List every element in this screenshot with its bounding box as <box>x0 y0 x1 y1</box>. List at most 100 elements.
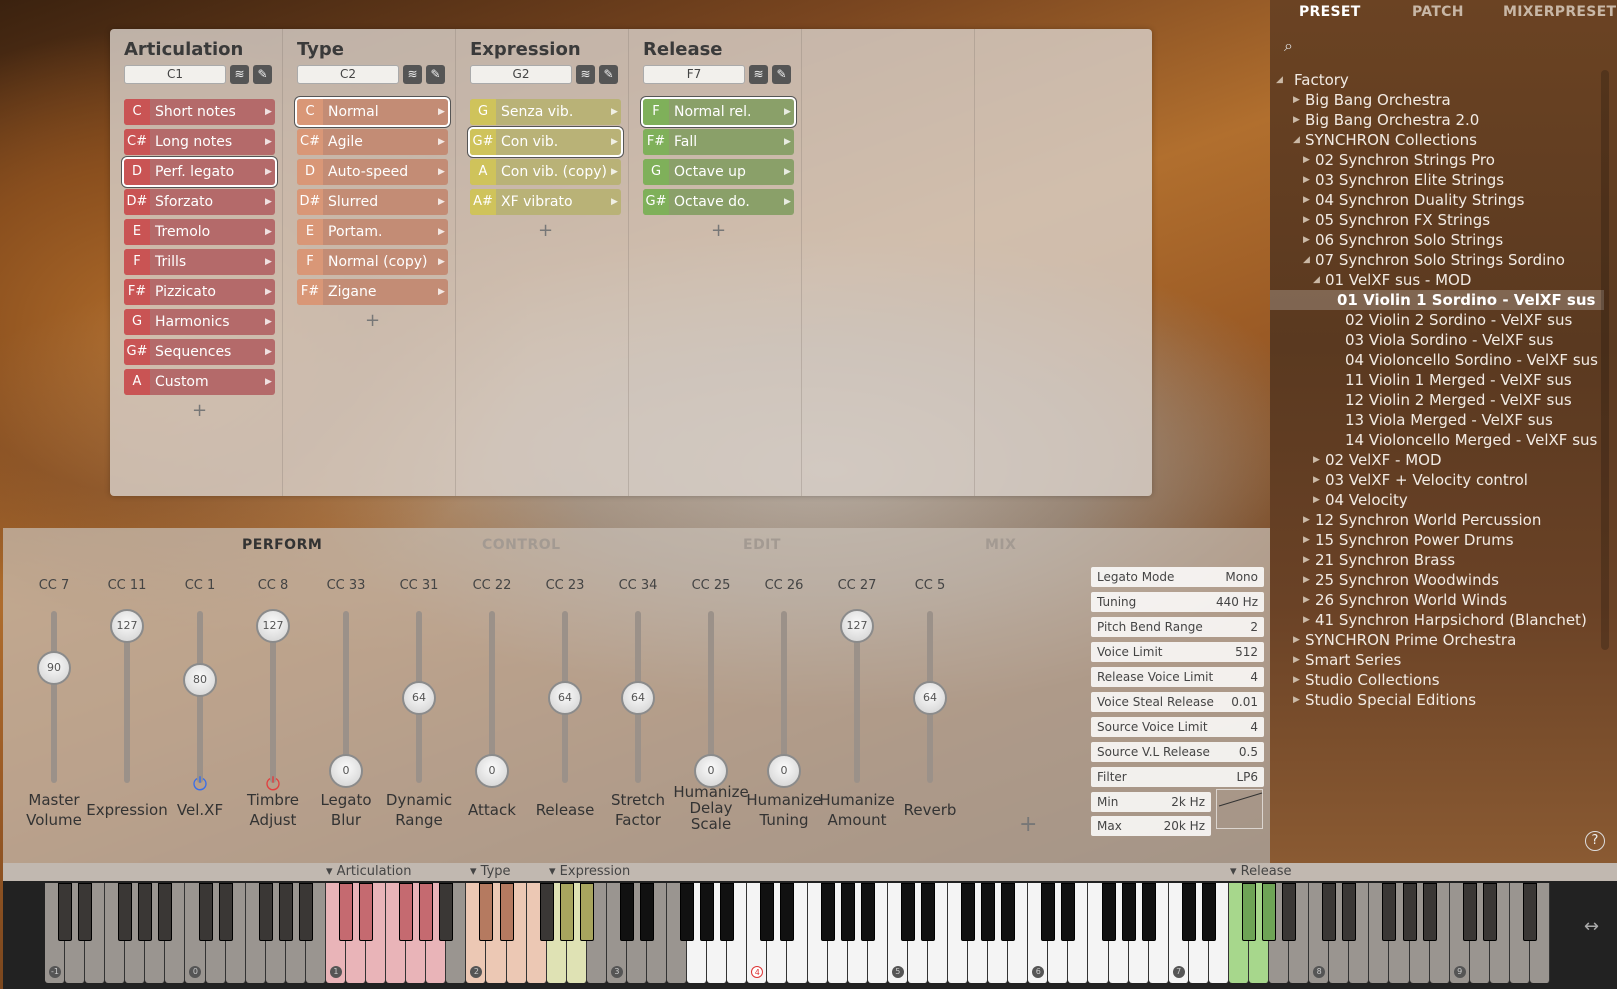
tree-item[interactable]: 02 Violin 2 Sordino - VelXF sus <box>1278 310 1598 330</box>
expanded-triangle-icon[interactable]: ◢ <box>1313 270 1320 290</box>
collapsed-triangle-icon[interactable]: ▶ <box>1303 230 1310 250</box>
fader-knob[interactable]: 80 <box>183 662 217 697</box>
chevron-right-icon[interactable]: ▶ <box>438 287 448 297</box>
tab-preset[interactable]: PRESET <box>1299 4 1361 20</box>
tree-item[interactable]: 04 Violoncello Sordino - VelXF sus <box>1278 350 1598 370</box>
black-key[interactable] <box>499 883 514 941</box>
slot-item[interactable]: F Normal rel. ▶ <box>643 99 794 125</box>
slot-item[interactable]: D Auto-speed ▶ <box>297 159 448 185</box>
slot-item[interactable]: G# Octave do. ▶ <box>643 189 794 215</box>
collapsed-triangle-icon[interactable]: ▶ <box>1313 450 1320 470</box>
black-key[interactable] <box>700 883 715 941</box>
tab-patch[interactable]: PATCH <box>1412 4 1464 20</box>
black-key[interactable] <box>359 883 374 941</box>
slot-item[interactable]: F# Pizzicato ▶ <box>124 279 275 305</box>
fader-track[interactable] <box>197 611 203 783</box>
layers-icon[interactable]: ≋ <box>576 65 595 84</box>
black-key[interactable] <box>1181 883 1196 941</box>
slot-item[interactable]: G Octave up ▶ <box>643 159 794 185</box>
tree-item[interactable]: ▶ Studio Collections <box>1278 670 1598 690</box>
expanded-triangle-icon[interactable]: ◢ <box>1276 70 1283 90</box>
tab-mix[interactable]: MIX <box>985 537 1016 553</box>
chevron-right-icon[interactable]: ▶ <box>438 197 448 207</box>
collapsed-triangle-icon[interactable]: ▶ <box>1293 110 1300 130</box>
black-key[interactable] <box>1001 883 1016 941</box>
search-icon[interactable]: ⌕ <box>1284 36 1293 56</box>
tree-item[interactable]: ▶ 02 VelXF - MOD <box>1278 450 1598 470</box>
tree-item[interactable]: ▶ 25 Synchron Woodwinds <box>1278 570 1598 590</box>
collapsed-triangle-icon[interactable]: ▶ <box>1293 690 1300 710</box>
key-switch-field[interactable]: C2 <box>297 65 399 84</box>
black-key[interactable] <box>419 883 434 941</box>
tree-item[interactable]: ▶ Studio Special Editions <box>1278 690 1598 710</box>
collapsed-triangle-icon[interactable]: ▶ <box>1303 170 1310 190</box>
collapsed-triangle-icon[interactable]: ▶ <box>1293 630 1300 650</box>
resize-arrows-icon[interactable]: ↔ <box>1584 916 1599 937</box>
pencil-icon[interactable]: ✎ <box>599 65 618 84</box>
chevron-right-icon[interactable]: ▶ <box>611 107 621 117</box>
black-key[interactable] <box>760 883 775 941</box>
black-key[interactable] <box>1482 883 1497 941</box>
chevron-right-icon[interactable]: ▶ <box>611 197 621 207</box>
layers-icon[interactable]: ≋ <box>230 65 249 84</box>
fader-knob[interactable]: 127 <box>256 609 290 643</box>
slot-item[interactable]: D# Sforzato ▶ <box>124 189 275 215</box>
black-key[interactable] <box>1141 883 1156 941</box>
collapsed-triangle-icon[interactable]: ▶ <box>1313 490 1320 510</box>
tree-item[interactable]: ◢ 01 VelXF sus - MOD <box>1278 270 1598 290</box>
slot-item[interactable]: G Senza vib. ▶ <box>470 99 621 125</box>
key-switch-field[interactable]: F7 <box>643 65 745 84</box>
black-key[interactable] <box>920 883 935 941</box>
chevron-right-icon[interactable]: ▶ <box>265 197 275 207</box>
key-switch-field[interactable]: G2 <box>470 65 572 84</box>
tree-item[interactable]: 13 Viola Merged - VelXF sus <box>1278 410 1598 430</box>
tree-item[interactable]: ▶ SYNCHRON Prime Orchestra <box>1278 630 1598 650</box>
chevron-right-icon[interactable]: ▶ <box>784 107 794 117</box>
tree-item[interactable]: ▶ 03 VelXF + Velocity control <box>1278 470 1598 490</box>
fader-knob[interactable]: 0 <box>475 754 509 788</box>
tree-item[interactable]: ▶ 04 Velocity <box>1278 490 1598 510</box>
pencil-icon[interactable]: ✎ <box>253 65 272 84</box>
black-key[interactable] <box>820 883 835 941</box>
collapsed-triangle-icon[interactable]: ▶ <box>1313 470 1320 490</box>
black-key[interactable] <box>1201 883 1216 941</box>
param-row[interactable]: Pitch Bend Range 2 <box>1091 617 1264 637</box>
fader-track[interactable] <box>51 611 57 783</box>
param-row[interactable]: Filter LP6 <box>1091 767 1264 787</box>
tree-item[interactable]: 03 Viola Sordino - VelXF sus <box>1278 330 1598 350</box>
slot-item[interactable]: C# Agile ▶ <box>297 129 448 155</box>
black-key[interactable] <box>278 883 293 941</box>
param-row[interactable]: Max 20k Hz <box>1091 816 1211 836</box>
fader-knob[interactable]: 127 <box>840 609 874 643</box>
add-fader-button[interactable]: + <box>1019 812 1037 837</box>
tree-item[interactable]: ▶ 41 Synchron Harpsichord (Blanchet) <box>1278 610 1598 630</box>
black-key[interactable] <box>720 883 735 941</box>
add-slot-button[interactable]: + <box>297 309 448 333</box>
param-row[interactable]: Source Voice Limit 4 <box>1091 717 1264 737</box>
black-key[interactable] <box>78 883 93 941</box>
black-key[interactable] <box>479 883 494 941</box>
tree-item[interactable]: ▶ 21 Synchron Brass <box>1278 550 1598 570</box>
tree-item[interactable]: 14 Violoncello Merged - VelXF sus <box>1278 430 1598 450</box>
collapsed-triangle-icon[interactable]: ▶ <box>1303 150 1310 170</box>
chevron-right-icon[interactable]: ▶ <box>784 197 794 207</box>
tab-mixerpreset[interactable]: MIXERPRESET <box>1503 4 1616 20</box>
collapsed-triangle-icon[interactable]: ▶ <box>1303 590 1310 610</box>
slot-item[interactable]: G# Sequences ▶ <box>124 339 275 365</box>
black-key[interactable] <box>780 883 795 941</box>
layers-icon[interactable]: ≋ <box>749 65 768 84</box>
chevron-right-icon[interactable]: ▶ <box>265 167 275 177</box>
black-key[interactable] <box>1121 883 1136 941</box>
black-key[interactable] <box>1262 883 1277 941</box>
black-key[interactable] <box>298 883 313 941</box>
tree-item[interactable]: ▶ 05 Synchron FX Strings <box>1278 210 1598 230</box>
tree-item[interactable]: 01 Violin 1 Sordino - VelXF sus <box>1270 290 1604 310</box>
black-key[interactable] <box>619 883 634 941</box>
tree-item[interactable]: ▶ Big Bang Orchestra 2.0 <box>1278 110 1598 130</box>
black-key[interactable] <box>1462 883 1477 941</box>
collapsed-triangle-icon[interactable]: ▶ <box>1303 610 1310 630</box>
key-switch-field[interactable]: C1 <box>124 65 226 84</box>
slot-item[interactable]: A Custom ▶ <box>124 369 275 395</box>
chevron-right-icon[interactable]: ▶ <box>784 137 794 147</box>
slot-item[interactable]: D Perf. legato ▶ <box>124 159 275 185</box>
